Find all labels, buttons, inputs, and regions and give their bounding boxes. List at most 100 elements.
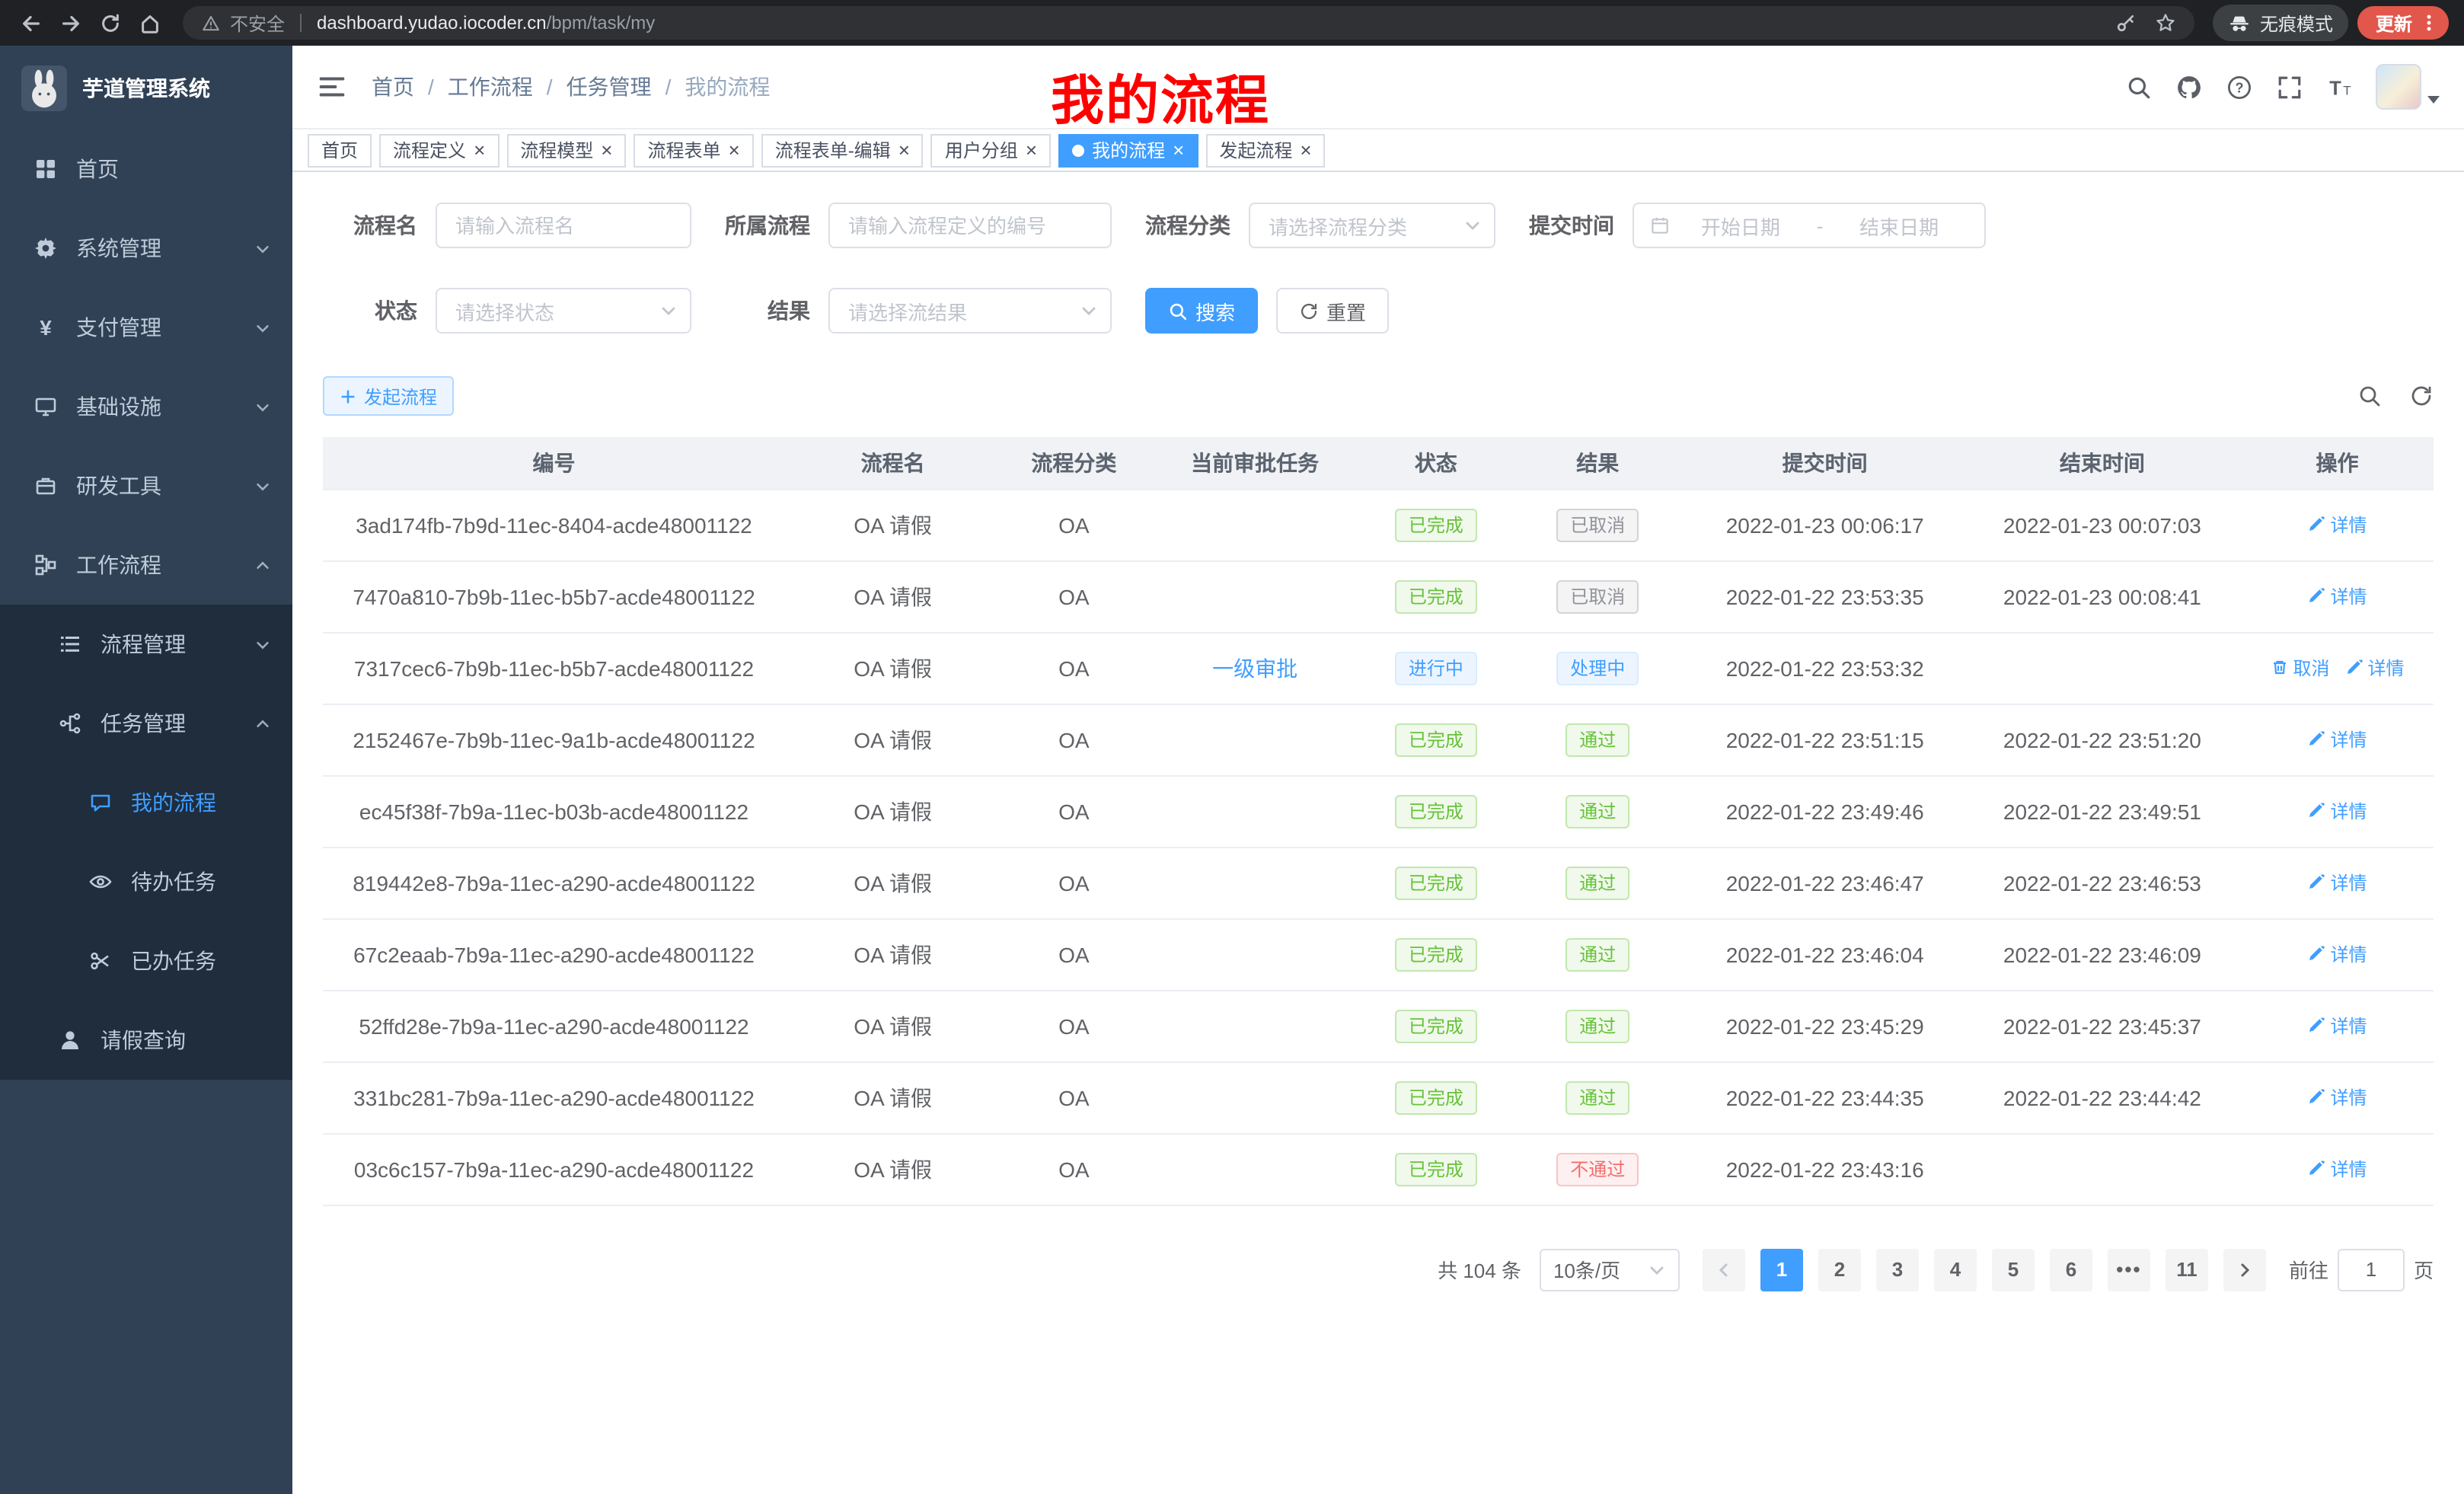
breadcrumb-task-mgmt[interactable]: 任务管理 bbox=[567, 72, 652, 102]
cell-end-time: 2022-01-22 23:46:09 bbox=[1964, 918, 2241, 990]
fullscreen-button[interactable] bbox=[2275, 73, 2303, 101]
process-table: 编号 流程名 流程分类 当前审批任务 状态 结果 提交时间 结束时间 操作 bbox=[323, 437, 2434, 1205]
detail-link[interactable]: 详情 bbox=[2307, 1156, 2367, 1182]
status-select[interactable]: 请选择状态 bbox=[436, 288, 691, 334]
detail-link[interactable]: 详情 bbox=[2307, 870, 2367, 895]
close-icon[interactable]: × bbox=[1300, 140, 1311, 160]
detail-link[interactable]: 详情 bbox=[2307, 941, 2367, 967]
date-range-picker[interactable]: 开始日期 - 结束日期 bbox=[1633, 203, 1986, 248]
sidebar-toggle-icon[interactable] bbox=[317, 72, 347, 102]
sidebar-item-home[interactable]: 首页 bbox=[0, 129, 292, 209]
address-bar[interactable]: 不安全 dashboard.yudao.iocoder.cn/bpm/task/… bbox=[183, 6, 2194, 40]
browser-update-menu-button[interactable]: 更新 bbox=[2357, 6, 2449, 40]
close-icon[interactable]: × bbox=[729, 140, 740, 160]
close-icon[interactable]: × bbox=[1026, 140, 1037, 160]
process-definition-input[interactable] bbox=[828, 203, 1112, 248]
filter-submit-time: 提交时间 开始日期 - 结束日期 bbox=[1529, 203, 1986, 248]
page-button-5[interactable]: 5 bbox=[1992, 1248, 2035, 1291]
page-button-11[interactable]: 11 bbox=[2166, 1248, 2208, 1291]
next-page-button[interactable] bbox=[2223, 1248, 2266, 1291]
close-icon[interactable]: × bbox=[474, 140, 485, 160]
close-icon[interactable]: × bbox=[898, 140, 910, 160]
end-date-placeholder[interactable]: 结束日期 bbox=[1829, 211, 1969, 240]
tab-process-form[interactable]: 流程表单× bbox=[634, 133, 753, 167]
result-select[interactable]: 请选择流结果 bbox=[828, 288, 1112, 334]
page-button-1[interactable]: 1 bbox=[1760, 1248, 1803, 1291]
tab-start-process[interactable]: 发起流程× bbox=[1205, 133, 1325, 167]
tab-user-group[interactable]: 用户分组× bbox=[931, 133, 1051, 167]
workflow-submenu: 流程管理 任务管理 我的流程 待办任务 bbox=[0, 605, 292, 1080]
result-badge: 已取消 bbox=[1556, 579, 1639, 613]
task-link[interactable]: 一级审批 bbox=[1212, 656, 1297, 680]
detail-link[interactable]: 详情 bbox=[2307, 798, 2367, 824]
chevron-down-icon bbox=[254, 240, 271, 257]
tab-process-definition[interactable]: 流程定义× bbox=[379, 133, 499, 167]
sidebar-item-infrastructure[interactable]: 基础设施 bbox=[0, 367, 292, 446]
page-button-6[interactable]: 6 bbox=[2050, 1248, 2092, 1291]
breadcrumb-home[interactable]: 首页 bbox=[372, 72, 414, 102]
toggle-search-button[interactable] bbox=[2357, 384, 2382, 408]
sidebar-item-my-process[interactable]: 我的流程 bbox=[0, 763, 292, 842]
app-logo[interactable]: 芋道管理系统 bbox=[0, 46, 292, 129]
search-button[interactable]: 搜索 bbox=[1145, 288, 1258, 334]
page-button-2[interactable]: 2 bbox=[1818, 1248, 1861, 1291]
close-icon[interactable]: × bbox=[601, 140, 612, 160]
sidebar-item-process-mgmt[interactable]: 流程管理 bbox=[0, 605, 292, 684]
tab-process-model[interactable]: 流程模型× bbox=[506, 133, 626, 167]
sidebar-item-todo-tasks[interactable]: 待办任务 bbox=[0, 842, 292, 921]
start-date-placeholder[interactable]: 开始日期 bbox=[1671, 211, 1811, 240]
browser-forward-button[interactable] bbox=[55, 8, 85, 38]
process-name-input[interactable] bbox=[436, 203, 691, 248]
browser-home-button[interactable] bbox=[134, 8, 164, 38]
detail-link[interactable]: 详情 bbox=[2307, 512, 2367, 538]
start-process-button[interactable]: 发起流程 bbox=[323, 376, 454, 416]
tab-process-form-edit[interactable]: 流程表单-编辑× bbox=[761, 133, 924, 167]
detail-link[interactable]: 详情 bbox=[2307, 726, 2367, 752]
bookmark-star-icon[interactable] bbox=[2155, 12, 2176, 34]
table-row: 819442e8-7b9a-11ec-a290-acde48001122 OA … bbox=[323, 847, 2434, 918]
page-size-select[interactable]: 10条/页 bbox=[1540, 1248, 1680, 1291]
page-button-3[interactable]: 3 bbox=[1876, 1248, 1919, 1291]
cell-actions: 详情 bbox=[2241, 1133, 2434, 1205]
more-pages-button[interactable]: ••• bbox=[2108, 1248, 2150, 1291]
app-title: 芋道管理系统 bbox=[82, 72, 210, 103]
sidebar-item-system-mgmt[interactable]: 系统管理 bbox=[0, 209, 292, 288]
chevron-up-icon bbox=[254, 715, 271, 732]
page-button-4[interactable]: 4 bbox=[1934, 1248, 1977, 1291]
header-search-button[interactable] bbox=[2124, 73, 2152, 101]
browser-back-button[interactable] bbox=[15, 8, 46, 38]
detail-link[interactable]: 详情 bbox=[2307, 1084, 2367, 1110]
tab-my-process[interactable]: 我的流程× bbox=[1058, 133, 1198, 167]
detail-link[interactable]: 详情 bbox=[2307, 583, 2367, 609]
field-label: 所属流程 bbox=[725, 210, 810, 241]
user-menu[interactable] bbox=[2376, 64, 2440, 110]
sidebar-item-task-mgmt[interactable]: 任务管理 bbox=[0, 684, 292, 763]
status-badge: 已完成 bbox=[1395, 723, 1477, 756]
sidebar-item-workflow[interactable]: 工作流程 bbox=[0, 525, 292, 605]
reload-icon bbox=[98, 11, 121, 34]
help-button[interactable]: ? bbox=[2225, 73, 2252, 101]
sidebar-item-leave-query[interactable]: 请假查询 bbox=[0, 1001, 292, 1080]
tab-home[interactable]: 首页 bbox=[308, 133, 372, 167]
detail-link[interactable]: 详情 bbox=[2307, 1013, 2367, 1039]
app-window: 芋道管理系统 首页 系统管理 ¥ 支付管理 bbox=[0, 46, 2464, 1494]
cancel-link[interactable]: 取消 bbox=[2270, 655, 2329, 681]
password-key-icon[interactable] bbox=[2115, 12, 2137, 34]
browser-reload-button[interactable] bbox=[94, 8, 125, 38]
sidebar-item-done-tasks[interactable]: 已办任务 bbox=[0, 921, 292, 1001]
font-size-button[interactable]: TT bbox=[2325, 73, 2353, 101]
sidebar-item-dev-tools[interactable]: 研发工具 bbox=[0, 446, 292, 525]
cell-actions: 详情 bbox=[2241, 775, 2434, 847]
category-select[interactable]: 请选择流程分类 bbox=[1249, 203, 1495, 248]
sidebar-item-payment-mgmt[interactable]: ¥ 支付管理 bbox=[0, 288, 292, 367]
close-icon[interactable]: × bbox=[1173, 140, 1184, 160]
reset-button[interactable]: 重置 bbox=[1276, 288, 1389, 334]
refresh-table-button[interactable] bbox=[2409, 384, 2434, 408]
breadcrumb-workflow[interactable]: 工作流程 bbox=[448, 72, 533, 102]
detail-link[interactable]: 详情 bbox=[2344, 655, 2404, 681]
goto-page-input[interactable] bbox=[2338, 1248, 2405, 1291]
cell-process-name: OA 请假 bbox=[785, 990, 1001, 1061]
security-label[interactable]: 不安全 bbox=[230, 10, 285, 36]
github-link[interactable] bbox=[2175, 73, 2202, 101]
prev-page-button[interactable] bbox=[1703, 1248, 1745, 1291]
